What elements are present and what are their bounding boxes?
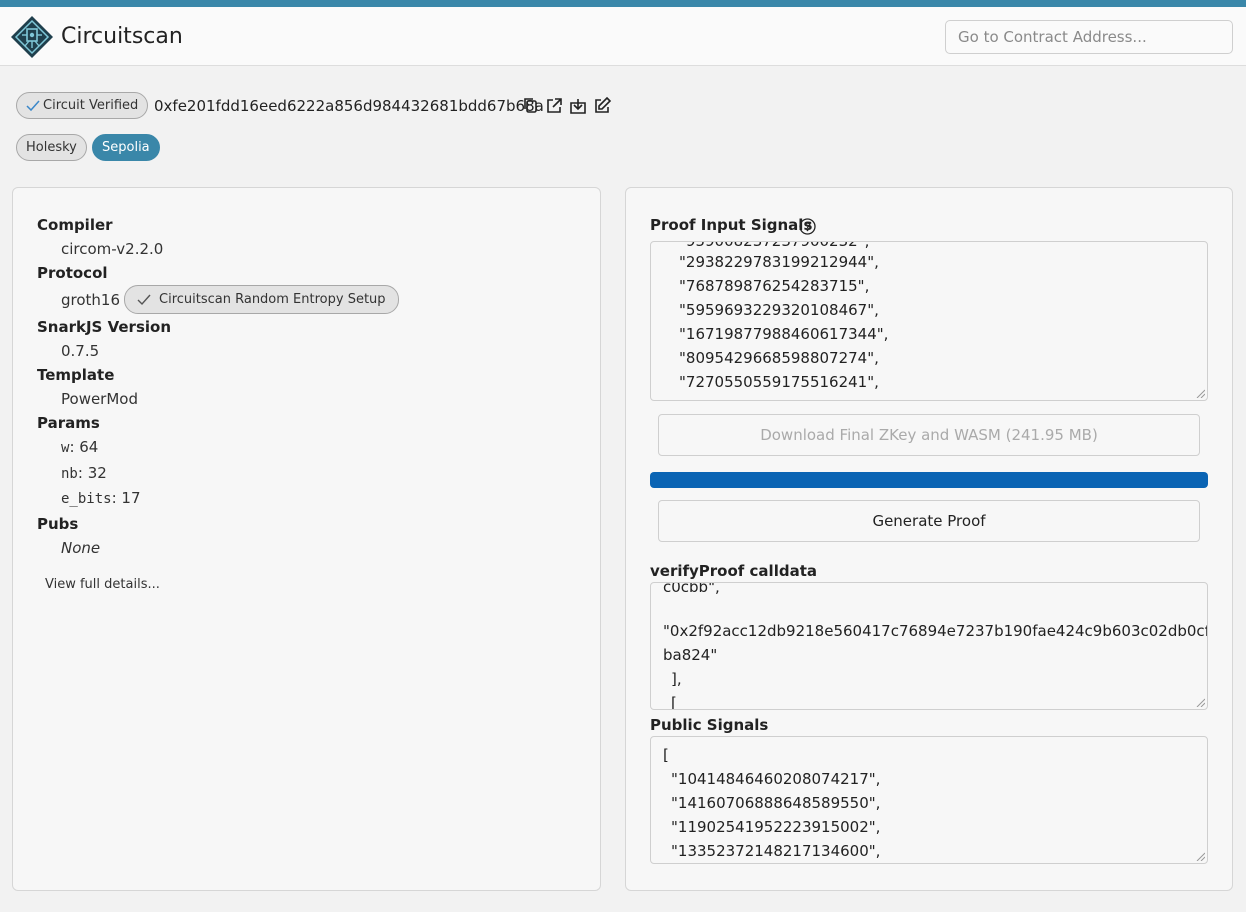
check-icon (26, 100, 40, 111)
template-value: PowerMod (61, 390, 138, 408)
input-line: "768789876254283715", (679, 277, 870, 295)
copy-icon[interactable] (521, 96, 541, 116)
pubs-value: None (61, 539, 101, 557)
param-key: e_bits (61, 491, 112, 507)
setup-badge-label: Circuitscan Random Entropy Setup (159, 292, 386, 307)
help-icon[interactable] (799, 218, 816, 235)
protocol-label: Protocol (37, 264, 108, 282)
circuit-verified-label: Circuit Verified (43, 98, 139, 113)
calldata-line: "0x2f92acc12db9218e560417c76894e7237b190… (663, 622, 1208, 640)
param-row: nb: 32 (61, 464, 107, 482)
generate-proof-button[interactable]: Generate Proof (658, 500, 1200, 542)
param-row: e_bits: 17 (61, 489, 141, 507)
pubs-label: Pubs (37, 515, 79, 533)
contract-address-search-input[interactable] (945, 20, 1233, 54)
template-label: Template (37, 366, 115, 384)
network-tab-holesky[interactable]: Holesky (16, 134, 87, 161)
param-row: w: 64 (61, 438, 99, 456)
snarkjs-value: 0.7.5 (61, 342, 100, 360)
public-signals-label: Public Signals (650, 716, 769, 734)
download-progress-bar (650, 472, 1208, 488)
resize-grip-icon[interactable] (1195, 697, 1205, 707)
compiler-label: Compiler (37, 216, 113, 234)
public-line: "10414846460208074217", (671, 770, 881, 788)
circuit-details-panel: Compiler circom-v2.2.0 Protocol groth16 … (12, 187, 601, 891)
public-line: "11902541952223915002", (671, 818, 881, 836)
protocol-value: groth16 (61, 291, 121, 309)
circuitscan-logo-icon[interactable] (10, 15, 54, 59)
calldata-label: verifyProof calldata (650, 562, 817, 580)
top-accent-bar (0, 0, 1246, 7)
input-line: "16719877988460617344", (679, 325, 889, 343)
resize-grip-icon[interactable] (1195, 851, 1205, 861)
external-link-icon[interactable] (544, 96, 564, 116)
download-box-icon[interactable] (568, 96, 588, 116)
public-signals-textarea[interactable]: [ "10414846460208074217", "1416070688864… (650, 736, 1208, 864)
calldata-line: ba824" (663, 646, 718, 664)
input-line: "8095429668598807274", (679, 349, 879, 367)
snarkjs-label: SnarkJS Version (37, 318, 171, 336)
params-label: Params (37, 414, 100, 432)
edit-icon[interactable] (592, 96, 612, 116)
network-tab-sepolia[interactable]: Sepolia (92, 134, 160, 161)
circuit-verified-badge: Circuit Verified (16, 92, 149, 119)
compiler-value: circom-v2.2.0 (61, 240, 164, 258)
brand-name[interactable]: Circuitscan (61, 24, 183, 49)
proof-panel: Proof Input Signals "959008237237900232"… (625, 187, 1233, 891)
calldata-line: c0cbb", (663, 582, 720, 596)
calldata-line: ], (671, 670, 682, 688)
check-icon (137, 294, 151, 305)
public-line: [ (663, 746, 669, 764)
download-zkey-button[interactable]: Download Final ZKey and WASM (241.95 MB) (658, 414, 1200, 456)
resize-grip-icon[interactable] (1195, 388, 1205, 398)
param-value: 32 (87, 464, 107, 482)
input-line: "7270550559175516241", (679, 373, 879, 391)
app-header: Circuitscan (0, 7, 1246, 66)
input-line: "5959693229320108467", (679, 301, 879, 319)
proof-input-label: Proof Input Signals (650, 216, 813, 234)
input-line: "2938229783199212944", (679, 253, 879, 271)
public-line: "14160706888648589550", (671, 794, 881, 812)
contract-address: 0xfe201fdd16eed6222a856d984432681bdd67b6… (154, 97, 544, 115)
view-full-details-link[interactable]: View full details... (45, 577, 160, 592)
calldata-textarea[interactable]: c0cbb", "0x2f92acc12db9218e560417c76894e… (650, 582, 1208, 710)
param-key: nb (61, 466, 78, 482)
proof-input-textarea[interactable]: "959008237237900232", "29382297831992129… (650, 241, 1208, 401)
public-line: "13352372148217134600", (671, 842, 881, 860)
param-value: 17 (121, 489, 141, 507)
param-value: 64 (79, 438, 99, 456)
param-key: w (61, 440, 70, 456)
setup-badge: Circuitscan Random Entropy Setup (124, 285, 399, 314)
calldata-line: [ (671, 694, 677, 710)
